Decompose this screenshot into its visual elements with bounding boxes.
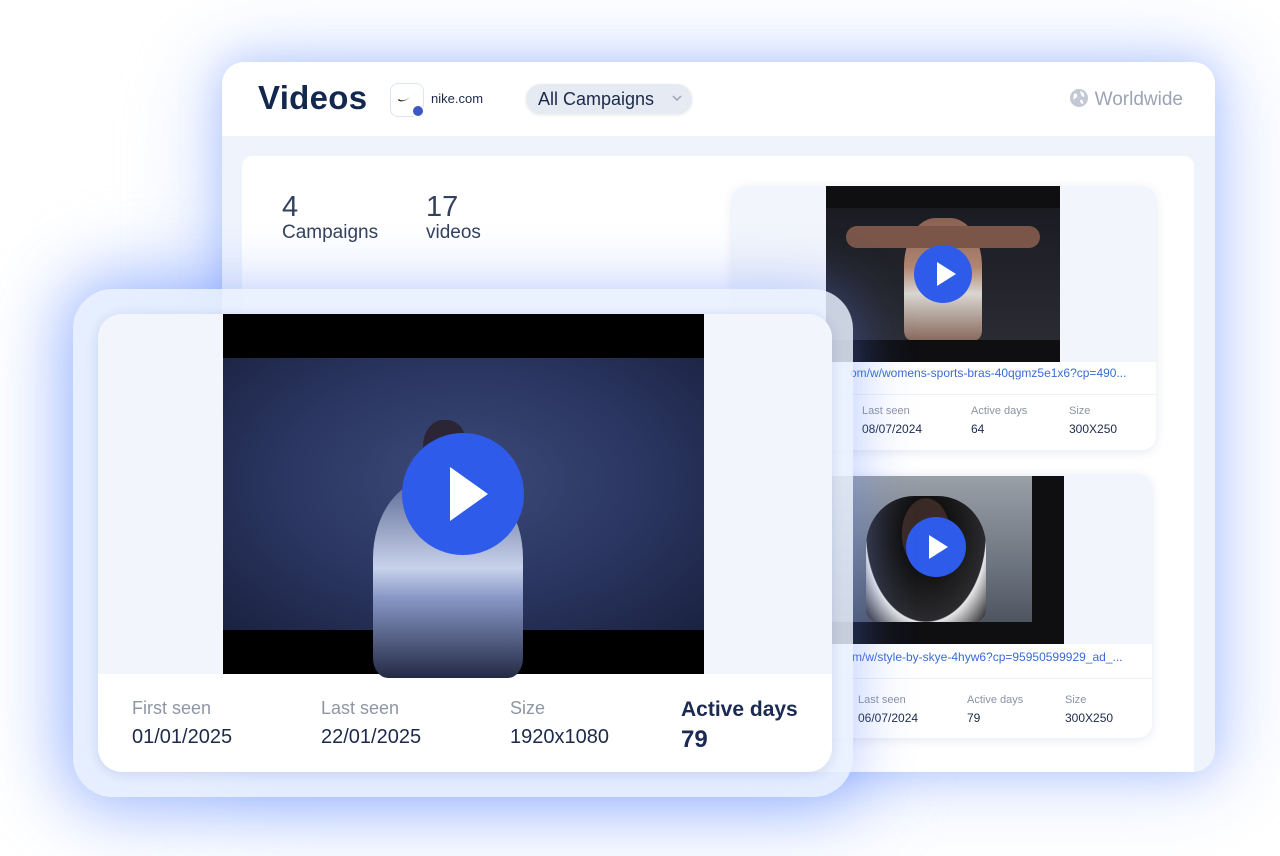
campaigns-count: 4 — [282, 191, 299, 223]
campaign-filter-dropdown[interactable]: All Campaigns — [526, 84, 693, 114]
region-selector[interactable]: Worldwide — [1069, 88, 1183, 111]
play-button[interactable] — [402, 433, 524, 555]
page-title: Videos — [258, 79, 368, 116]
chevron-down-icon — [672, 95, 682, 102]
first-seen-value: 01/01/2025 — [132, 726, 233, 748]
size-value: 1920x1080 — [510, 726, 609, 748]
campaigns-stat: 4 Campaigns — [282, 192, 378, 244]
domain-label: nike.com — [431, 91, 484, 106]
status-dot — [411, 104, 425, 118]
last-seen-label: Last seen — [862, 405, 910, 417]
globe-icon — [1069, 89, 1088, 107]
play-icon — [450, 467, 488, 521]
size-value: 300X250 — [1069, 422, 1118, 436]
last-seen-value: 08/07/2024 — [862, 422, 923, 436]
last-seen-value: 06/07/2024 — [858, 711, 919, 725]
videos-stat: 17 videos — [426, 192, 481, 244]
top-bar: Videos nike.com All Campaigns Worldwide — [222, 62, 1215, 136]
first-seen-label: First seen — [132, 698, 212, 718]
campaign-filter-label: All Campaigns — [538, 89, 655, 109]
video-url-link[interactable]: m/w/style-by-skye-4hyw6?cp=95950599929_a… — [852, 650, 1142, 664]
size-label: Size — [1069, 405, 1091, 417]
campaigns-label: Campaigns — [282, 222, 379, 243]
size-label: Size — [510, 698, 546, 718]
last-seen-label: Last seen — [321, 698, 400, 718]
nike-swoosh-icon — [398, 94, 416, 102]
play-button[interactable] — [914, 245, 972, 303]
video-details: First seen 01/01/2025 Last seen 22/01/20… — [98, 674, 832, 772]
active-days-value: 79 — [967, 711, 981, 725]
active-days-label: Active days — [967, 694, 1024, 706]
active-days-label: Active days — [971, 405, 1028, 417]
size-label: Size — [1065, 694, 1087, 706]
play-button[interactable] — [906, 517, 966, 577]
last-seen-label: Last seen — [858, 694, 906, 706]
last-seen-value: 22/01/2025 — [321, 726, 422, 748]
play-icon — [929, 535, 948, 559]
active-days-label: Active days — [681, 698, 798, 721]
active-days-value: 64 — [971, 422, 985, 436]
region-label: Worldwide — [1094, 89, 1183, 110]
featured-video-card[interactable]: First seen 01/01/2025 Last seen 22/01/20… — [98, 314, 832, 772]
active-days-value: 79 — [681, 726, 708, 753]
video-url-link[interactable]: om/w/womens-sports-bras-40qgmz5e1x6?cp=4… — [850, 366, 1140, 380]
videos-label: videos — [426, 222, 481, 243]
play-icon — [937, 262, 956, 286]
brand-logo[interactable] — [390, 83, 425, 118]
videos-count: 17 — [426, 191, 459, 223]
size-value: 300X250 — [1065, 711, 1114, 725]
